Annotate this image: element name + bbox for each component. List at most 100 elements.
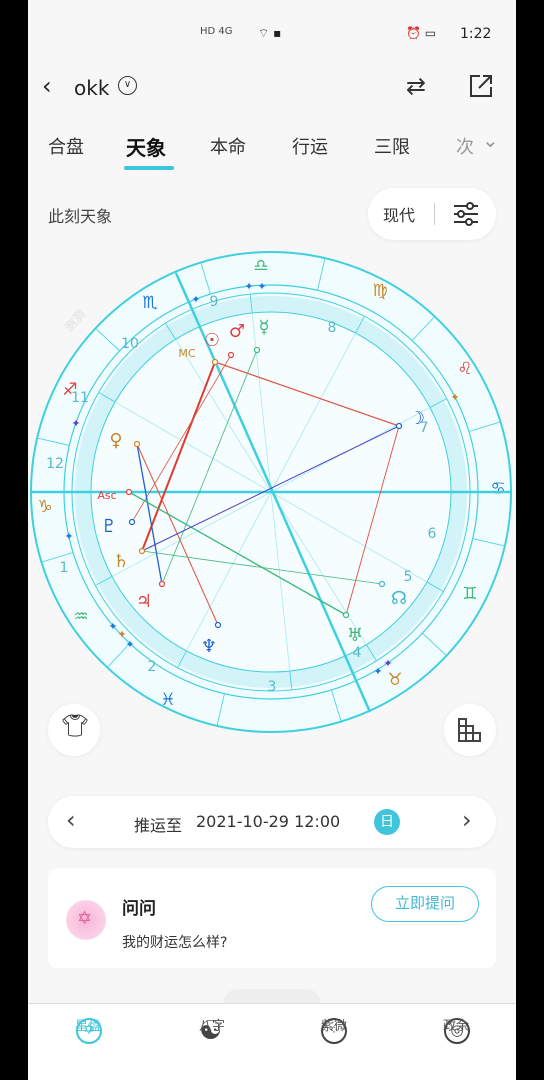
house-number: 12 (46, 456, 64, 472)
share-icon[interactable] (468, 73, 494, 99)
house-number: 9 (210, 294, 219, 310)
sign-glyph: ♍ (372, 281, 387, 301)
section-title: 此刻天象 (48, 207, 113, 226)
tab-synastry[interactable]: 合盘 (48, 133, 84, 159)
planet-dot (158, 580, 166, 588)
clock: 1:22 (460, 26, 492, 42)
house-number: 8 (328, 320, 337, 336)
tab-progressed[interactable]: 次 (456, 133, 474, 159)
date-label: 推运至 (134, 816, 183, 835)
mode-label: 现代 (383, 206, 416, 225)
moon-glyph: ☽ (409, 408, 425, 429)
house-number: 10 (121, 336, 139, 352)
venus-glyph: ♀ (109, 430, 122, 451)
sliders-icon[interactable] (452, 201, 480, 227)
date-navigator: ‹ 推运至 2021-10-29 12:00 日 › (48, 796, 496, 848)
star-marker: ✦ (450, 391, 459, 404)
network-indicator: HD 4G (200, 26, 233, 37)
nav-bazi[interactable]: 八字 (172, 1015, 252, 1034)
astrology-chart: ♈♉♊♋♌♍♎♏♐♑♒♓123456789101112测测☉♂☿☽♀♇♄♃♆♅☊… (30, 251, 512, 733)
wifi-icon: ⌔ ▪ (258, 26, 282, 40)
house-number: 5 (404, 569, 413, 585)
saturn-glyph: ♄ (113, 551, 129, 572)
jupiter-glyph: ♃ (136, 591, 152, 612)
ask-title: 问问 (122, 899, 156, 919)
planet-dot (133, 440, 141, 448)
neptune-glyph: ♆ (201, 636, 217, 657)
tab-natal[interactable]: 本命 (210, 133, 246, 159)
watermark: 测测 (62, 307, 88, 334)
planet-dot (395, 422, 403, 430)
ask-now-button[interactable]: 立即提问 (371, 886, 479, 922)
sign-glyph: ♒ (73, 607, 88, 627)
battery-icon: ⏰ ▭ (406, 26, 437, 40)
sun-glyph: ☉ (204, 330, 220, 351)
prev-date-button[interactable]: ‹ (66, 806, 76, 834)
swap-icon[interactable]: ⇄ (406, 72, 426, 100)
theme-button[interactable]: 👕︎ (48, 704, 100, 756)
grid-button[interactable] (444, 704, 496, 756)
house-number: 11 (71, 390, 89, 406)
mars-glyph: ♂ (229, 321, 245, 342)
nav-zhengyu[interactable]: 政余 (416, 1015, 496, 1034)
next-date-button[interactable]: › (462, 806, 472, 834)
asc-label: Asc (97, 489, 116, 502)
house-number: 3 (268, 679, 277, 695)
chart-title: okk (74, 76, 110, 100)
star-marker: ✦ (64, 530, 73, 543)
sign-glyph: ♎ (253, 256, 268, 276)
nav-chart[interactable]: 星盘 (48, 1015, 128, 1034)
star-marker: ✦ (244, 280, 253, 293)
chevron-down-icon[interactable]: ⌄ (478, 128, 499, 152)
house-number: 6 (428, 526, 437, 542)
ask-avatar: ✡ (66, 900, 106, 940)
planet-dot (125, 488, 133, 496)
sign-glyph: ♓ (160, 690, 175, 710)
tab-transits[interactable]: 行运 (292, 133, 328, 159)
planet-dot (342, 611, 350, 619)
tab-transit-now[interactable]: 天象 (126, 132, 166, 161)
star-marker: ✦ (71, 417, 80, 430)
chevron-down-icon[interactable]: ∨ (118, 76, 137, 95)
planet-dot (211, 358, 219, 366)
pluto-glyph: ♇ (101, 516, 117, 537)
star-marker: ✦ (191, 293, 200, 306)
star-marker: ✦ (125, 638, 134, 651)
sign-glyph: ♉ (387, 670, 402, 690)
sign-glyph: ♌ (457, 359, 472, 379)
back-button[interactable]: ‹ (42, 72, 52, 100)
tab-tertiary[interactable]: 三限 (374, 133, 410, 159)
star-marker: ✦ (108, 620, 117, 633)
mercury-glyph: ☿ (258, 317, 269, 338)
mc-label: MC (178, 347, 195, 360)
planet-dot (253, 346, 261, 354)
sign-glyph: ♑ (37, 497, 52, 517)
planet-dot (138, 547, 146, 555)
planet-dot (378, 580, 386, 588)
sign-glyph: ♊ (462, 584, 477, 604)
sign-glyph: ♏ (142, 293, 157, 313)
sign-glyph: ♋ (490, 479, 505, 499)
planet-dot (227, 351, 235, 359)
star-marker: ✦ (257, 280, 266, 293)
star-marker: ✦ (373, 665, 382, 678)
date-value[interactable]: 2021-10-29 12:00 (196, 812, 340, 831)
house-number: 4 (353, 645, 362, 661)
node-glyph: ☊ (391, 588, 407, 609)
app: HD 4G ⌔ ▪ ⏰ ▭ 1:22 ‹ okk ∨ ⇄ 合盘 天象 本命 行运… (28, 0, 516, 1080)
divider (434, 203, 435, 225)
aspect-grid-icon (458, 718, 481, 742)
ask-question[interactable]: 我的财运怎么样? (122, 932, 227, 952)
star-icon: ✡ (77, 908, 93, 929)
planet-dot (128, 518, 136, 526)
house-number: 1 (60, 560, 69, 576)
unit-badge[interactable]: 日 (374, 809, 400, 835)
star-marker: ✦ (383, 657, 392, 670)
mode-selector[interactable]: 现代 (368, 188, 496, 240)
nav-ziwei[interactable]: 紫微 (294, 1015, 374, 1034)
ask-card: ✡ 问问 我的财运怎么样? 立即提问 (48, 868, 496, 968)
planet-dot (214, 621, 222, 629)
shirt-icon: 👕︎ (61, 714, 89, 739)
house-number: 2 (148, 659, 157, 675)
active-tab-indicator (124, 166, 174, 170)
